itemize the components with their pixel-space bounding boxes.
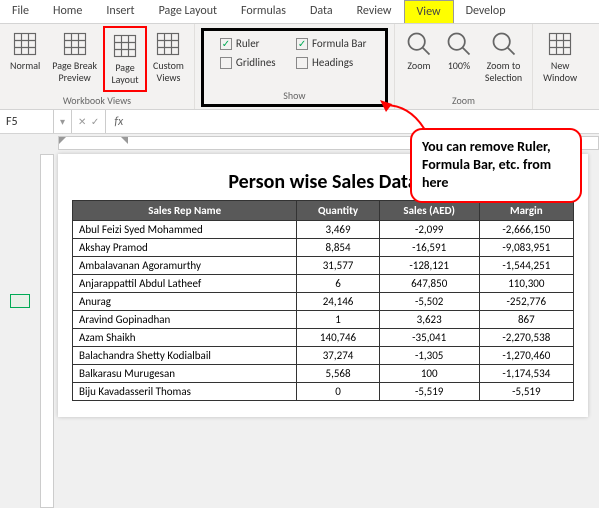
checkbox-formula-bar[interactable]: ✓Formula Bar xyxy=(296,37,369,50)
table-row[interactable]: Biju Kavadasseril Thomas0-5,519-5,519 xyxy=(73,383,574,401)
group-show: ✓Ruler ✓Formula Bar Gridlines Headings Show xyxy=(195,24,395,109)
column-header[interactable]: Sales (AED) xyxy=(379,201,479,221)
checkbox-ruler[interactable]: ✓Ruler xyxy=(220,37,278,50)
fx-label[interactable]: fx xyxy=(106,115,131,129)
table-row[interactable]: Anjarappattil Abdul Latheef6647,850110,3… xyxy=(73,275,574,293)
tab-review[interactable]: Review xyxy=(345,0,404,23)
tab-develop[interactable]: Develop xyxy=(454,0,518,23)
name-box[interactable]: F5 xyxy=(0,110,54,133)
zoom-button[interactable]: Zoom xyxy=(399,26,439,92)
table-row[interactable]: Balachandra Shetty Kodialbail37,274-1,30… xyxy=(73,347,574,365)
vertical-ruler[interactable] xyxy=(40,154,54,508)
tab-view[interactable]: View xyxy=(404,0,454,23)
zoom-to-button[interactable]: Zoom toSelection xyxy=(479,26,528,92)
group-workbook-views: NormalPage BreakPreviewPageLayoutCustomV… xyxy=(0,24,195,109)
data-table: Sales Rep NameQuantitySales (AED)Margin … xyxy=(72,200,574,401)
table-row[interactable]: Anurag24,146-5,502-252,776 xyxy=(73,293,574,311)
table-row[interactable]: Balkarasu Murugesan5,568100-1,174,534 xyxy=(73,365,574,383)
formula-cancel[interactable]: ✕ ✓ xyxy=(72,110,106,133)
table-row[interactable]: Abul Feizi Syed Mohammed3,469-2,099-2,66… xyxy=(73,221,574,239)
tab-file[interactable]: File xyxy=(0,0,41,23)
tab-insert[interactable]: Insert xyxy=(94,0,146,23)
column-header[interactable]: Margin xyxy=(479,201,573,221)
ribbon: NormalPage BreakPreviewPageLayoutCustomV… xyxy=(0,24,599,110)
table-row[interactable]: Azam Shaikh140,746-35,041-2,270,538 xyxy=(73,329,574,347)
group-zoom: Zoom100%Zoom toSelection Zoom xyxy=(395,24,533,109)
table-row[interactable]: Aravind Gopinadhan13,623867 xyxy=(73,311,574,329)
table-row[interactable]: Akshay Pramod8,854-16,591-9,083,951 xyxy=(73,239,574,257)
new-button[interactable]: NewWindow xyxy=(537,26,583,92)
page-button[interactable]: PageLayout xyxy=(103,26,147,92)
annotation-callout: You can remove Ruler, Formula Bar, etc. … xyxy=(410,128,582,203)
checkbox-gridlines[interactable]: Gridlines xyxy=(220,56,278,69)
custom-button[interactable]: CustomViews xyxy=(147,26,190,92)
ribbon-tabs: FileHomeInsertPage LayoutFormulasDataRev… xyxy=(0,0,599,24)
group-label xyxy=(537,92,583,109)
normal-button[interactable]: Normal xyxy=(4,26,46,92)
name-box-dropdown[interactable]: ▾ xyxy=(54,110,72,133)
page-break-button[interactable]: Page BreakPreview xyxy=(46,26,103,92)
table-row[interactable]: Ambalavanan Agoramurthy31,577-128,121-1,… xyxy=(73,257,574,275)
tab-home[interactable]: Home xyxy=(41,0,94,23)
column-header[interactable]: Quantity xyxy=(297,201,379,221)
checkbox-headings[interactable]: Headings xyxy=(296,56,369,69)
tab-page-layout[interactable]: Page Layout xyxy=(147,0,229,23)
row-header[interactable] xyxy=(10,294,30,308)
group-window: NewWindow xyxy=(533,24,587,109)
tab-data[interactable]: Data xyxy=(298,0,345,23)
group-label: Show xyxy=(220,87,369,104)
100%-button[interactable]: 100% xyxy=(439,26,479,92)
group-label: Workbook Views xyxy=(4,92,190,109)
tab-formulas[interactable]: Formulas xyxy=(229,0,298,23)
column-header[interactable]: Sales Rep Name xyxy=(73,201,297,221)
